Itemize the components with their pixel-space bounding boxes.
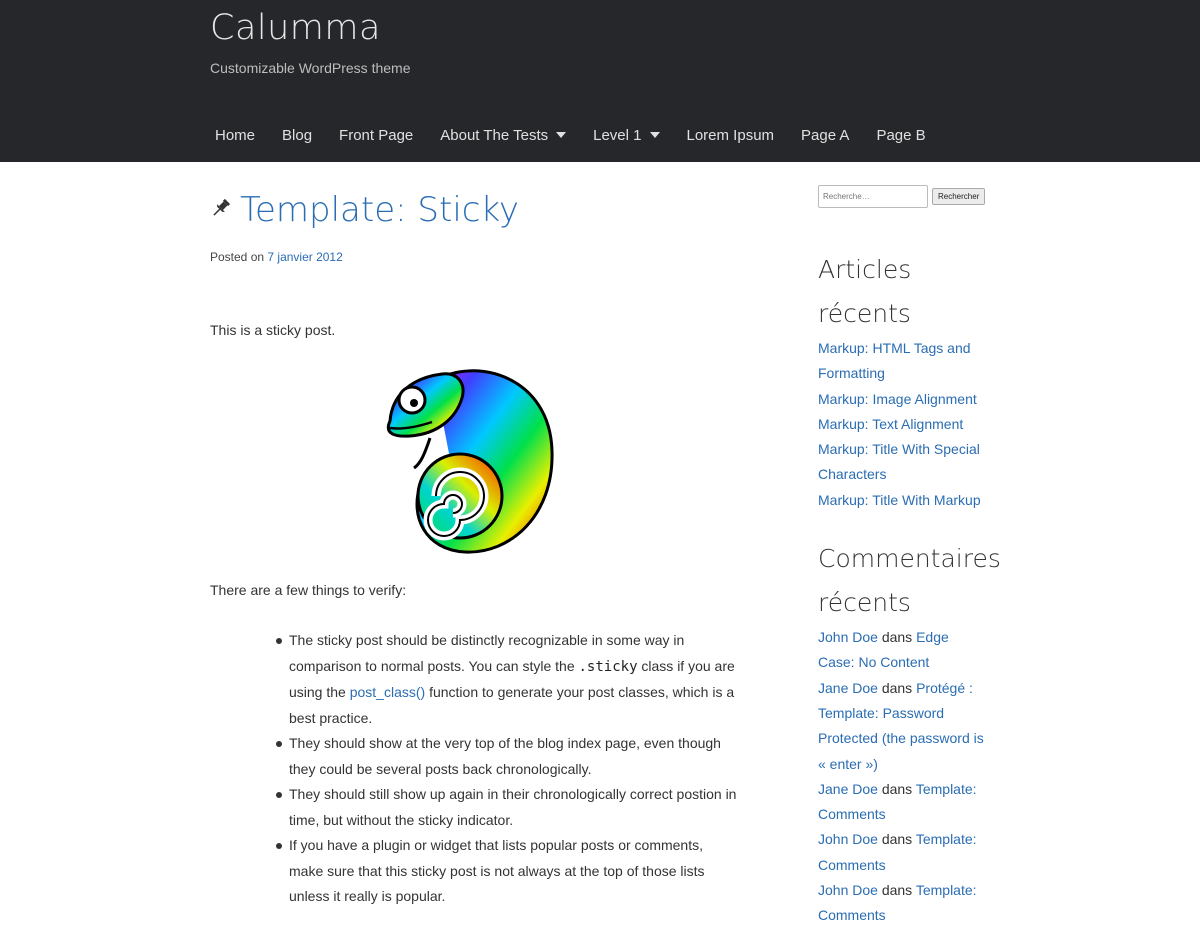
recent-post-link[interactable]: Markup: Title With Markup	[818, 492, 981, 508]
nav-label: Home	[215, 126, 256, 144]
nav-item-lorem-ipsum[interactable]: Lorem Ipsum	[682, 124, 789, 146]
nav-label: Page B	[876, 126, 926, 144]
comment-separator: dans	[881, 831, 913, 848]
recent-post-link[interactable]: Markup: Image Alignment	[818, 391, 977, 407]
comment-author-link[interactable]: John Doe	[818, 629, 878, 645]
nav-label: Blog	[282, 126, 313, 144]
comment-author-link[interactable]: Jane Doe	[818, 680, 878, 696]
nav-item-page-b[interactable]: Page B	[871, 124, 939, 146]
list-item: Markup: HTML Tags and Formatting	[818, 336, 988, 387]
list-item: They should show at the very top of the …	[276, 731, 739, 782]
nav-label: About The Tests	[440, 126, 549, 144]
branding: Calumma Customizable WordPress theme	[210, 8, 410, 76]
nav-item-blog[interactable]: Blog	[277, 124, 326, 146]
code-sticky: .sticky	[578, 658, 638, 675]
nav-item-about-the-tests[interactable]: About The Tests	[435, 124, 580, 146]
nav-item-front-page[interactable]: Front Page	[334, 124, 427, 146]
list-item: Jane Doe dans Protégé : Template: Passwo…	[818, 676, 988, 777]
site-header: Calumma Customizable WordPress theme Hom…	[0, 0, 1200, 162]
recent-post-link[interactable]: Markup: Title With Special Characters	[818, 441, 980, 482]
post-class-link[interactable]: post_class()	[350, 684, 425, 700]
recent-comments-title: Commentaires récents	[818, 544, 1001, 618]
list-item: John Doe dans Edge Case: No Content	[818, 625, 988, 676]
search-form: Rechercher	[818, 185, 988, 208]
comment-separator: dans	[881, 679, 913, 696]
nav-label: Lorem Ipsum	[686, 126, 775, 144]
comment-author-link[interactable]: John Doe	[818, 882, 878, 898]
main-navigation: Home Blog Front Page About The Tests Lev…	[210, 124, 948, 146]
nav-label: Level 1	[593, 126, 642, 144]
list-item: If you have a plugin or widget that list…	[276, 833, 739, 910]
nav-item-level-1[interactable]: Level 1	[588, 124, 673, 146]
nav-label: Page A	[801, 126, 850, 144]
post-title-link[interactable]: Template: Sticky	[240, 190, 519, 230]
nav-item-page-a[interactable]: Page A	[796, 124, 863, 146]
caret-down-icon	[649, 132, 660, 138]
list-item: Markup: Text Alignment	[818, 412, 988, 437]
recent-post-link[interactable]: Markup: HTML Tags and Formatting	[818, 340, 971, 381]
comment-author-link[interactable]: Jane Doe	[818, 781, 878, 797]
search-button[interactable]: Rechercher	[932, 188, 986, 205]
list-item: John Doe dans Template: Comments	[818, 827, 988, 878]
recent-posts-list: Markup: HTML Tags and Formatting Markup:…	[818, 336, 988, 513]
post-meta: Posted on 7 janvier 2012	[210, 250, 750, 264]
site-title[interactable]: Calumma	[210, 8, 410, 48]
pin-icon	[213, 198, 231, 216]
sidebar: Rechercher Articles récents Markup: HTML…	[818, 185, 1001, 929]
verify-list: The sticky post should be distinctly rec…	[276, 628, 750, 910]
list-item: They should still show up again in their…	[276, 782, 739, 833]
comment-author-link[interactable]: John Doe	[818, 831, 878, 847]
list-item: Jane Doe dans Template: Comments	[818, 777, 988, 828]
recent-comments-list: John Doe dans Edge Case: No Content Jane…	[818, 625, 988, 929]
nav-label: Front Page	[339, 126, 414, 144]
post-content: Template: Sticky Posted on 7 janvier 201…	[210, 190, 750, 910]
verify-intro: There are a few things to verify:	[210, 582, 407, 598]
site-description: Customizable WordPress theme	[210, 60, 411, 76]
list-item: The sticky post should be distinctly rec…	[276, 628, 739, 731]
caret-down-icon	[556, 132, 567, 138]
post-intro: This is a sticky post.	[210, 322, 336, 338]
list-item: John Doe dans Template: Comments	[818, 878, 988, 929]
chameleon-illustration	[386, 369, 554, 554]
list-item: Markup: Title With Markup	[818, 488, 988, 513]
search-input[interactable]	[818, 185, 928, 208]
comment-separator: dans	[881, 882, 913, 899]
comment-separator: dans	[881, 629, 913, 646]
post-date-link[interactable]: 7 janvier 2012	[267, 250, 342, 264]
list-item: Markup: Image Alignment	[818, 387, 988, 412]
nav-item-home[interactable]: Home	[210, 124, 269, 146]
comment-separator: dans	[881, 780, 913, 797]
post-title: Template: Sticky	[210, 190, 750, 230]
recent-posts-title: Articles récents	[818, 255, 912, 328]
recent-post-link[interactable]: Markup: Text Alignment	[818, 416, 963, 432]
list-item: Markup: Title With Special Characters	[818, 437, 988, 488]
posted-on-label: Posted on	[210, 250, 265, 264]
